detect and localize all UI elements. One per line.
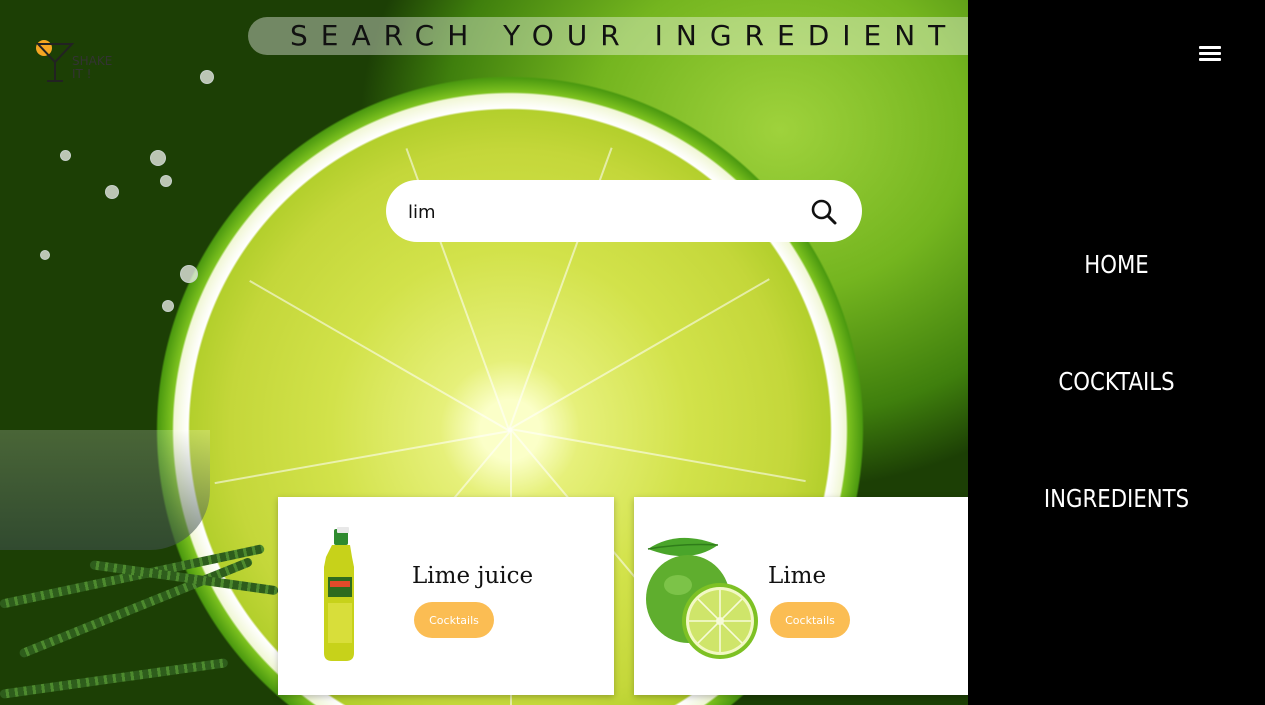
bubble bbox=[150, 150, 166, 166]
nav-item-ingredients[interactable]: INGREDIENTS bbox=[990, 484, 1242, 513]
hamburger-menu-icon[interactable] bbox=[1199, 46, 1221, 64]
side-navigation bbox=[968, 0, 1265, 705]
lime-segment-line bbox=[509, 278, 770, 430]
bubble bbox=[200, 70, 214, 84]
rosemary-sprig bbox=[0, 543, 266, 609]
logo-text: SHAKE IT ! bbox=[72, 55, 112, 81]
ingredient-name: Lime bbox=[768, 563, 827, 589]
nav-item-home[interactable]: HOME bbox=[990, 250, 1242, 279]
menu-icon-bar bbox=[1199, 58, 1221, 61]
rosemary-sprig bbox=[0, 658, 229, 699]
lime-fruit-image bbox=[646, 537, 758, 659]
bubble bbox=[162, 300, 174, 312]
search-input[interactable] bbox=[406, 196, 790, 228]
lime-segment-line bbox=[510, 428, 806, 483]
ingredient-card: Lime Cocktails bbox=[634, 497, 968, 695]
bubble bbox=[160, 175, 172, 187]
nav-item-cocktails[interactable]: COCKTAILS bbox=[990, 367, 1242, 396]
search-bar bbox=[386, 180, 862, 242]
bubble bbox=[40, 250, 50, 260]
bubble bbox=[180, 265, 198, 283]
search-icon[interactable] bbox=[810, 198, 838, 226]
glass-shape bbox=[0, 430, 210, 550]
ingredient-name: Lime juice bbox=[412, 563, 534, 589]
logo-line-2: IT ! bbox=[72, 67, 92, 81]
cocktails-button[interactable]: Cocktails bbox=[414, 602, 494, 638]
bubble bbox=[60, 150, 71, 161]
lime-segment-line bbox=[249, 280, 510, 432]
lime-juice-bottle-image bbox=[324, 527, 354, 661]
bubble bbox=[105, 185, 119, 199]
menu-icon-bar bbox=[1199, 46, 1221, 49]
menu-icon-bar bbox=[1199, 52, 1221, 55]
lime-segment-line bbox=[214, 430, 511, 485]
cocktails-button[interactable]: Cocktails bbox=[770, 602, 850, 638]
ingredient-card: Lime juice Cocktails bbox=[278, 497, 614, 695]
